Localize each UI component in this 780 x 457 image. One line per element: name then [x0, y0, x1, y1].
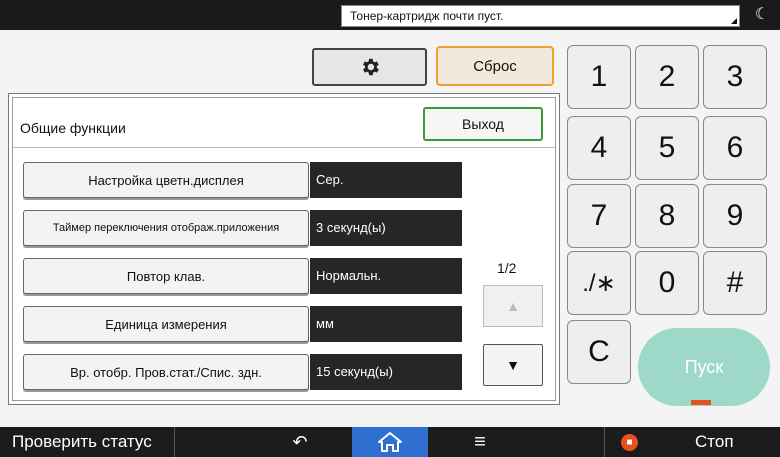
expand-corner-icon: [731, 18, 737, 24]
setting-button-key-repeat[interactable]: Повтор клав.: [23, 258, 309, 294]
exit-button[interactable]: Выход: [423, 107, 543, 141]
setting-value-key-repeat: Нормальн.: [310, 258, 462, 294]
setting-button-app-switch-timer[interactable]: Таймер переключения отображ.приложения: [23, 210, 309, 246]
page-indicator: 1/2: [497, 260, 517, 276]
triangle-down-icon: ▼: [506, 357, 520, 373]
menu-lines-icon: ≡: [474, 430, 486, 453]
setting-value-app-switch-timer: 3 секунд(ы): [310, 210, 462, 246]
key-2[interactable]: 2: [635, 45, 699, 109]
reset-button[interactable]: Сброс: [436, 46, 554, 86]
key-hash[interactable]: #: [703, 251, 767, 315]
setting-button-color-display[interactable]: Настройка цветн.дисплея: [23, 162, 309, 198]
setting-row-color-display: Настройка цветн.дисплея Сер.: [23, 162, 462, 198]
panel-title: Общие функции: [20, 120, 126, 136]
start-indicator-light: [691, 400, 711, 405]
moon-icon[interactable]: ☾: [748, 2, 776, 28]
setting-row-measurement-unit: Единица измерения мм: [23, 306, 462, 342]
settings-panel: Общие функции Выход Настройка цветн.дисп…: [8, 93, 560, 405]
setting-value-measurement-unit: мм: [310, 306, 462, 342]
settings-button[interactable]: [312, 48, 427, 86]
back-button[interactable]: ↶: [275, 427, 325, 457]
start-button-label: Пуск: [684, 356, 724, 377]
check-status-label: Проверить статус: [12, 432, 152, 451]
triangle-up-icon: ▲: [506, 298, 520, 314]
setting-value-color-display: Сер.: [310, 162, 462, 198]
home-button[interactable]: [352, 427, 428, 457]
stop-button[interactable]: ■ Стоп: [604, 427, 780, 457]
status-message[interactable]: Тонер-картридж почти пуст.: [341, 5, 740, 27]
key-8[interactable]: 8: [635, 184, 699, 248]
key-0[interactable]: 0: [635, 251, 699, 315]
setting-row-key-repeat: Повтор клав. Нормальн.: [23, 258, 462, 294]
scroll-up-button[interactable]: ▲: [483, 285, 543, 327]
setting-row-app-switch-timer: Таймер переключения отображ.приложения 3…: [23, 210, 462, 246]
exit-button-label: Выход: [462, 116, 504, 132]
check-status-button[interactable]: Проверить статус: [0, 427, 175, 457]
key-4[interactable]: 4: [567, 116, 631, 180]
key-9[interactable]: 9: [703, 184, 767, 248]
reset-button-label: Сброс: [473, 57, 517, 75]
key-3[interactable]: 3: [703, 45, 767, 109]
status-message-text: Тонер-картридж почти пуст.: [350, 9, 504, 23]
setting-value-status-display-time: 15 секунд(ы): [310, 354, 462, 390]
panel-divider: [13, 147, 555, 148]
gear-icon: [362, 58, 379, 76]
start-button[interactable]: Пуск: [638, 328, 770, 406]
stop-icon: ■: [621, 434, 638, 451]
key-1[interactable]: 1: [567, 45, 631, 109]
back-arrow-icon: ↶: [292, 431, 308, 452]
scroll-down-button[interactable]: ▼: [483, 344, 543, 386]
setting-row-status-display-time: Вр. отобр. Пров.стат./Спис. здн. 15 секу…: [23, 354, 462, 390]
menu-button[interactable]: ≡: [455, 427, 505, 457]
key-5[interactable]: 5: [635, 116, 699, 180]
key-7[interactable]: 7: [567, 184, 631, 248]
key-dot-star[interactable]: ./∗: [567, 251, 631, 315]
stop-label: Стоп: [695, 432, 734, 451]
key-6[interactable]: 6: [703, 116, 767, 180]
bottom-nav-bar: Проверить статус ↶ ≡ ■ Стоп: [0, 427, 780, 457]
key-clear[interactable]: C: [567, 320, 631, 384]
settings-panel-inner: Общие функции Выход Настройка цветн.дисп…: [12, 97, 556, 401]
setting-button-status-display-time[interactable]: Вр. отобр. Пров.стат./Спис. здн.: [23, 354, 309, 390]
home-icon: [378, 432, 402, 452]
setting-button-measurement-unit[interactable]: Единица измерения: [23, 306, 309, 342]
top-status-bar: Тонер-картридж почти пуст. ☾: [0, 0, 780, 30]
